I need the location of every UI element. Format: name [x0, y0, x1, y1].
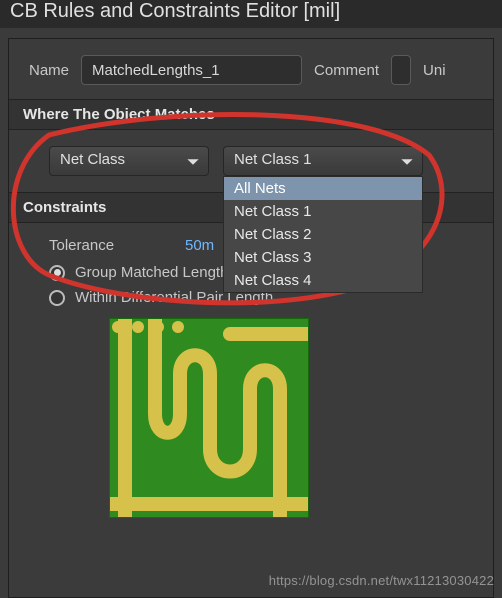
- name-input[interactable]: [81, 55, 302, 85]
- target-select[interactable]: Net Class 1: [223, 146, 423, 176]
- dropdown-item-all-nets[interactable]: All Nets: [224, 177, 422, 200]
- dropdown-item-net-class-2[interactable]: Net Class 2: [224, 223, 422, 246]
- editor-panel: Name Comment Uni Where The Object Matche…: [8, 38, 494, 598]
- section-where-matches: Where The Object Matches: [9, 99, 493, 130]
- dropdown-item-net-class-4[interactable]: Net Class 4: [224, 269, 422, 292]
- dropdown-item-net-class-1[interactable]: Net Class 1: [224, 200, 422, 223]
- radio-icon[interactable]: [49, 265, 65, 281]
- radio-icon[interactable]: [49, 290, 65, 306]
- comment-label: Comment: [314, 62, 379, 79]
- matches-row: Net Class Net Class 1 All Nets Net Class…: [9, 130, 493, 192]
- target-dropdown: All Nets Net Class 1 Net Class 2 Net Cla…: [223, 176, 423, 293]
- name-row: Name Comment Uni: [9, 55, 493, 99]
- target-select-value: Net Class 1: [234, 151, 312, 168]
- radio-label: Group Matched Lengths: [75, 264, 236, 281]
- scope-select[interactable]: Net Class: [49, 146, 209, 176]
- unique-id-label: Uni: [423, 62, 446, 79]
- comment-input[interactable]: [391, 55, 411, 85]
- window-title: CB Rules and Constraints Editor [mil]: [0, 0, 502, 28]
- chevron-down-icon: [400, 155, 414, 173]
- watermark-text: https://blog.csdn.net/twx11213030422: [269, 573, 494, 588]
- dropdown-item-net-class-3[interactable]: Net Class 3: [224, 246, 422, 269]
- pcb-preview-image: [109, 318, 309, 518]
- tolerance-label: Tolerance: [49, 237, 169, 254]
- chevron-down-icon: [186, 155, 200, 173]
- tolerance-value[interactable]: 50m: [185, 237, 214, 254]
- scope-select-value: Net Class: [60, 151, 125, 168]
- name-label: Name: [29, 62, 69, 79]
